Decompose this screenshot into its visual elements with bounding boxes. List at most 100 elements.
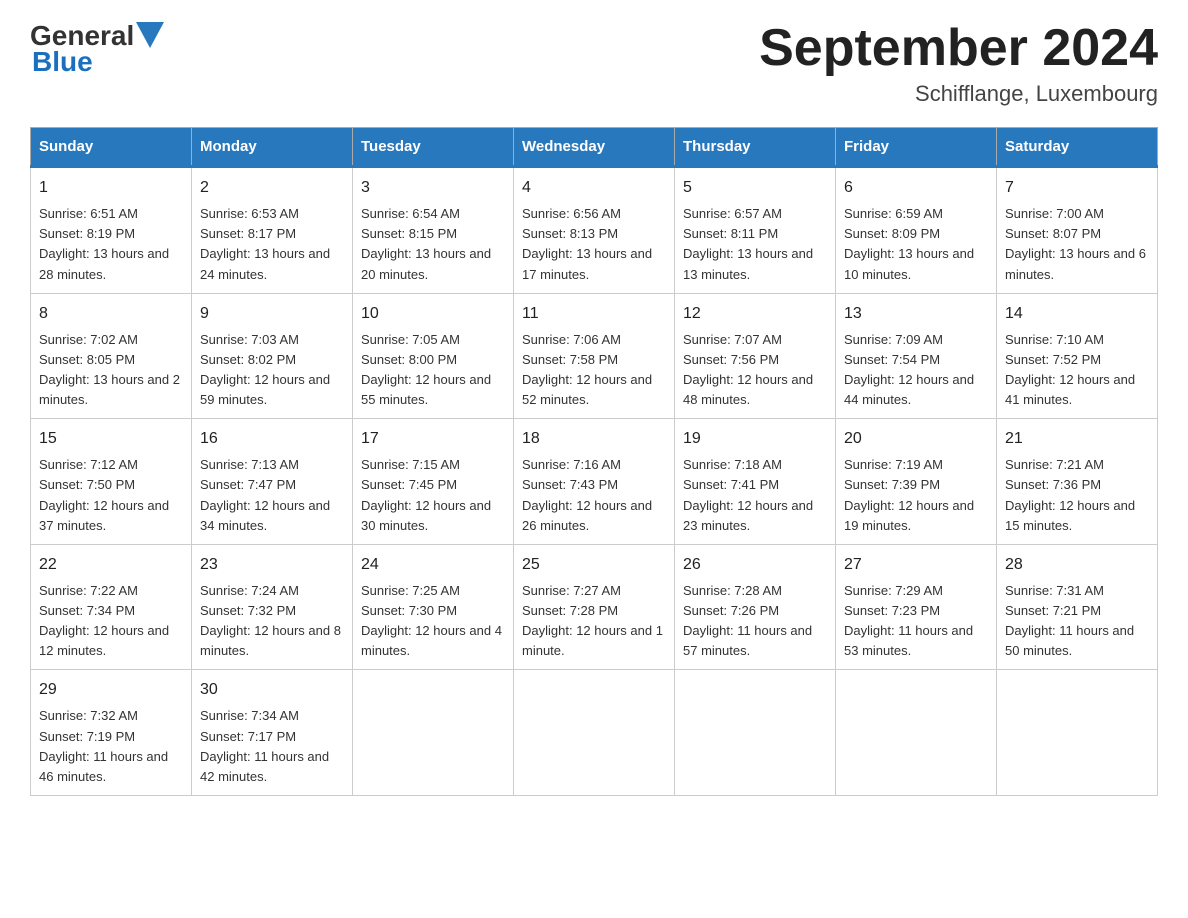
day-number: 21 — [1005, 427, 1149, 451]
day-info: Sunrise: 6:51 AMSunset: 8:19 PMDaylight:… — [39, 204, 183, 285]
calendar-cell: 11 Sunrise: 7:06 AMSunset: 7:58 PMDayligh… — [514, 293, 675, 419]
calendar-cell: 17 Sunrise: 7:15 AMSunset: 7:45 PMDayligh… — [353, 419, 514, 545]
day-info: Sunrise: 7:00 AMSunset: 8:07 PMDaylight:… — [1005, 204, 1149, 285]
calendar-cell: 7 Sunrise: 7:00 AMSunset: 8:07 PMDaylight… — [997, 167, 1158, 294]
calendar-cell: 10 Sunrise: 7:05 AMSunset: 8:00 PMDayligh… — [353, 293, 514, 419]
calendar-cell: 23 Sunrise: 7:24 AMSunset: 7:32 PMDayligh… — [192, 544, 353, 670]
calendar-cell — [997, 670, 1158, 796]
day-info: Sunrise: 7:34 AMSunset: 7:17 PMDaylight:… — [200, 706, 344, 787]
day-number: 3 — [361, 176, 505, 200]
day-number: 14 — [1005, 302, 1149, 326]
day-info: Sunrise: 7:24 AMSunset: 7:32 PMDaylight:… — [200, 581, 344, 662]
header-wednesday: Wednesday — [514, 128, 675, 167]
calendar-cell — [353, 670, 514, 796]
day-number: 6 — [844, 176, 988, 200]
day-number: 15 — [39, 427, 183, 451]
day-number: 25 — [522, 553, 666, 577]
calendar-header-row: SundayMondayTuesdayWednesdayThursdayFrid… — [31, 128, 1158, 167]
calendar-cell: 30 Sunrise: 7:34 AMSunset: 7:17 PMDayligh… — [192, 670, 353, 796]
day-info: Sunrise: 7:31 AMSunset: 7:21 PMDaylight:… — [1005, 581, 1149, 662]
calendar-cell: 28 Sunrise: 7:31 AMSunset: 7:21 PMDayligh… — [997, 544, 1158, 670]
day-info: Sunrise: 7:32 AMSunset: 7:19 PMDaylight:… — [39, 706, 183, 787]
calendar-cell: 4 Sunrise: 6:56 AMSunset: 8:13 PMDaylight… — [514, 167, 675, 294]
day-info: Sunrise: 7:10 AMSunset: 7:52 PMDaylight:… — [1005, 330, 1149, 411]
day-number: 7 — [1005, 176, 1149, 200]
day-info: Sunrise: 6:59 AMSunset: 8:09 PMDaylight:… — [844, 204, 988, 285]
day-number: 28 — [1005, 553, 1149, 577]
day-number: 4 — [522, 176, 666, 200]
day-number: 23 — [200, 553, 344, 577]
day-info: Sunrise: 7:18 AMSunset: 7:41 PMDaylight:… — [683, 455, 827, 536]
calendar-cell: 19 Sunrise: 7:18 AMSunset: 7:41 PMDayligh… — [675, 419, 836, 545]
day-number: 8 — [39, 302, 183, 326]
day-number: 9 — [200, 302, 344, 326]
day-info: Sunrise: 7:09 AMSunset: 7:54 PMDaylight:… — [844, 330, 988, 411]
day-info: Sunrise: 7:28 AMSunset: 7:26 PMDaylight:… — [683, 581, 827, 662]
calendar-cell: 12 Sunrise: 7:07 AMSunset: 7:56 PMDayligh… — [675, 293, 836, 419]
day-info: Sunrise: 7:19 AMSunset: 7:39 PMDaylight:… — [844, 455, 988, 536]
day-number: 22 — [39, 553, 183, 577]
day-info: Sunrise: 7:12 AMSunset: 7:50 PMDaylight:… — [39, 455, 183, 536]
day-number: 13 — [844, 302, 988, 326]
day-info: Sunrise: 7:03 AMSunset: 8:02 PMDaylight:… — [200, 330, 344, 411]
calendar-title: September 2024 — [759, 20, 1158, 77]
day-info: Sunrise: 6:54 AMSunset: 8:15 PMDaylight:… — [361, 204, 505, 285]
title-area: September 2024 Schifflange, Luxembourg — [759, 20, 1158, 107]
calendar-week-row: 8 Sunrise: 7:02 AMSunset: 8:05 PMDaylight… — [31, 293, 1158, 419]
calendar-cell: 9 Sunrise: 7:03 AMSunset: 8:02 PMDaylight… — [192, 293, 353, 419]
day-info: Sunrise: 7:29 AMSunset: 7:23 PMDaylight:… — [844, 581, 988, 662]
day-number: 24 — [361, 553, 505, 577]
day-number: 5 — [683, 176, 827, 200]
page-header: General Blue September 2024 Schifflange,… — [30, 20, 1158, 107]
day-number: 18 — [522, 427, 666, 451]
day-number: 17 — [361, 427, 505, 451]
calendar-cell: 13 Sunrise: 7:09 AMSunset: 7:54 PMDayligh… — [836, 293, 997, 419]
calendar-cell: 29 Sunrise: 7:32 AMSunset: 7:19 PMDayligh… — [31, 670, 192, 796]
calendar-cell: 16 Sunrise: 7:13 AMSunset: 7:47 PMDayligh… — [192, 419, 353, 545]
calendar-cell: 20 Sunrise: 7:19 AMSunset: 7:39 PMDayligh… — [836, 419, 997, 545]
calendar-week-row: 15 Sunrise: 7:12 AMSunset: 7:50 PMDayligh… — [31, 419, 1158, 545]
header-monday: Monday — [192, 128, 353, 167]
day-number: 19 — [683, 427, 827, 451]
calendar-week-row: 1 Sunrise: 6:51 AMSunset: 8:19 PMDaylight… — [31, 167, 1158, 294]
day-number: 11 — [522, 302, 666, 326]
day-number: 26 — [683, 553, 827, 577]
day-number: 12 — [683, 302, 827, 326]
day-info: Sunrise: 6:53 AMSunset: 8:17 PMDaylight:… — [200, 204, 344, 285]
calendar-cell: 24 Sunrise: 7:25 AMSunset: 7:30 PMDayligh… — [353, 544, 514, 670]
calendar-cell: 21 Sunrise: 7:21 AMSunset: 7:36 PMDayligh… — [997, 419, 1158, 545]
day-number: 10 — [361, 302, 505, 326]
calendar-cell: 6 Sunrise: 6:59 AMSunset: 8:09 PMDaylight… — [836, 167, 997, 294]
calendar-cell: 14 Sunrise: 7:10 AMSunset: 7:52 PMDayligh… — [997, 293, 1158, 419]
header-sunday: Sunday — [31, 128, 192, 167]
day-info: Sunrise: 7:27 AMSunset: 7:28 PMDaylight:… — [522, 581, 666, 662]
day-number: 1 — [39, 176, 183, 200]
calendar-week-row: 29 Sunrise: 7:32 AMSunset: 7:19 PMDayligh… — [31, 670, 1158, 796]
day-info: Sunrise: 7:07 AMSunset: 7:56 PMDaylight:… — [683, 330, 827, 411]
day-info: Sunrise: 7:22 AMSunset: 7:34 PMDaylight:… — [39, 581, 183, 662]
day-number: 29 — [39, 678, 183, 702]
day-info: Sunrise: 7:15 AMSunset: 7:45 PMDaylight:… — [361, 455, 505, 536]
day-info: Sunrise: 7:05 AMSunset: 8:00 PMDaylight:… — [361, 330, 505, 411]
header-tuesday: Tuesday — [353, 128, 514, 167]
calendar-cell: 3 Sunrise: 6:54 AMSunset: 8:15 PMDaylight… — [353, 167, 514, 294]
day-number: 16 — [200, 427, 344, 451]
calendar-cell: 27Sunrise: 7:29 AMSunset: 7:23 PMDayligh… — [836, 544, 997, 670]
day-info: Sunrise: 7:13 AMSunset: 7:47 PMDaylight:… — [200, 455, 344, 536]
day-info: Sunrise: 7:25 AMSunset: 7:30 PMDaylight:… — [361, 581, 505, 662]
day-info: Sunrise: 7:06 AMSunset: 7:58 PMDaylight:… — [522, 330, 666, 411]
calendar-subtitle: Schifflange, Luxembourg — [759, 81, 1158, 107]
day-info: Sunrise: 7:02 AMSunset: 8:05 PMDaylight:… — [39, 330, 183, 411]
calendar-cell — [675, 670, 836, 796]
day-info: Sunrise: 6:56 AMSunset: 8:13 PMDaylight:… — [522, 204, 666, 285]
calendar-cell: 8 Sunrise: 7:02 AMSunset: 8:05 PMDaylight… — [31, 293, 192, 419]
calendar-week-row: 22 Sunrise: 7:22 AMSunset: 7:34 PMDayligh… — [31, 544, 1158, 670]
calendar-cell — [836, 670, 997, 796]
calendar-cell — [514, 670, 675, 796]
day-number: 30 — [200, 678, 344, 702]
day-number: 20 — [844, 427, 988, 451]
calendar-cell: 1 Sunrise: 6:51 AMSunset: 8:19 PMDaylight… — [31, 167, 192, 294]
day-info: Sunrise: 7:16 AMSunset: 7:43 PMDaylight:… — [522, 455, 666, 536]
calendar-cell: 2Sunrise: 6:53 AMSunset: 8:17 PMDaylight… — [192, 167, 353, 294]
day-info: Sunrise: 7:21 AMSunset: 7:36 PMDaylight:… — [1005, 455, 1149, 536]
